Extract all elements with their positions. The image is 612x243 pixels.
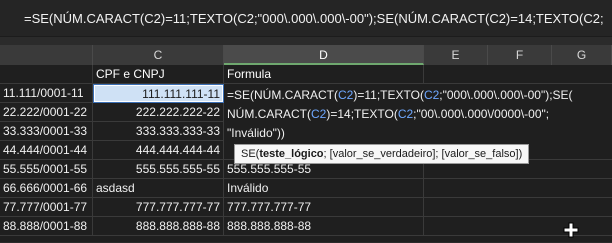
cell-b7[interactable]: 66.666/0001-66	[0, 179, 93, 198]
function-signature-tooltip[interactable]: SE(teste_lógico; [valor_se_verdadeiro]; …	[234, 144, 530, 164]
cell-c3[interactable]: 222.222.222-22	[93, 103, 224, 122]
cell-c8[interactable]: 777.777.777-77	[93, 198, 224, 217]
cell-b4[interactable]: 33.333/0001-33	[0, 122, 93, 141]
column-header-g[interactable]: G	[552, 45, 612, 65]
tooltip-current-argument[interactable]: teste_lógico	[259, 148, 323, 160]
formula-fragment: NÚM.CARACT(	[227, 107, 311, 121]
cell-b1[interactable]	[0, 65, 93, 84]
cell-c4[interactable]: 333.333.333-33	[93, 122, 224, 141]
table-row: 88.888/0001-88 888.888.888-88 888.888.88…	[0, 217, 612, 236]
table-row: CPF e CNPJ Formula	[0, 65, 612, 84]
formula-edit-line-1[interactable]: =SE(NÚM.CARACT(C2)=11;TEXTO(C2;"000\.000…	[227, 88, 573, 102]
cell-d8[interactable]: 777.777.777-77	[224, 198, 424, 217]
formula-fragment: ;"000\.000\.000\-00");SE(	[439, 88, 573, 102]
cell-d7[interactable]: Inválido	[224, 179, 424, 198]
column-header-b[interactable]	[0, 45, 93, 65]
formula-edit-line-2[interactable]: NÚM.CARACT(C2)=14;TEXTO(C2;"00\.000\.000…	[227, 107, 549, 121]
formula-fragment: )=11;TEXTO(	[353, 88, 424, 102]
cell-c6[interactable]: 555.555.555-55	[93, 160, 224, 179]
in-cell-formula-editor[interactable]: =SE(NÚM.CARACT(C2)=11;TEXTO(C2;"000\.000…	[224, 85, 612, 143]
formula-bar[interactable]: =SE(NÚM.CARACT(C2)=11;TEXTO(C2;"000\.000…	[0, 0, 612, 37]
cell-c2-referenced[interactable]: 111.111.111-11	[93, 84, 224, 103]
cell-reference: C2	[423, 88, 440, 102]
formula-edit-line-3[interactable]: "Inválido"))	[227, 126, 285, 140]
cell-reference: C2	[311, 107, 327, 121]
cell-b3[interactable]: 22.222/0001-22	[0, 103, 93, 122]
formula-bar-text[interactable]: =SE(NÚM.CARACT(C2)=11;TEXTO(C2;"000\.000…	[24, 11, 604, 26]
tooltip-remaining-arguments[interactable]: ; [valor_se_verdadeiro]; [valor_se_falso…	[324, 148, 523, 160]
table-row: 66.666/0001-66 asdasd Inválido	[0, 179, 612, 198]
cell-c7[interactable]: asdasd	[93, 179, 224, 198]
formula-fragment: =SE(NÚM.CARACT(	[227, 88, 339, 102]
cell-b5[interactable]: 44.444/0001-44	[0, 141, 93, 160]
crosshair-cursor-icon	[563, 222, 579, 238]
cell-c5[interactable]: 444.444.444-44	[93, 141, 224, 160]
cell-c9[interactable]: 888.888.888-88	[93, 217, 224, 236]
formula-fragment: ;"00\.000\.000\/0000\-00";	[413, 107, 550, 121]
cell-d9[interactable]: 888.888.888-88	[224, 217, 424, 236]
table-row: 77.777/0001-77 777.777.777-77 777.777.77…	[0, 198, 612, 217]
cell-b9[interactable]: 88.888/0001-88	[0, 217, 93, 236]
cell-reference: C2	[338, 88, 354, 102]
column-header-e[interactable]: E	[424, 45, 488, 65]
column-header-c[interactable]: C	[93, 45, 224, 65]
cell-b2[interactable]: 11.111/0001-11	[0, 84, 93, 103]
column-headers: C D E F G	[0, 45, 612, 66]
cell-c1[interactable]: CPF e CNPJ	[93, 65, 224, 84]
cell-d1[interactable]: Formula	[224, 65, 424, 84]
formula-fragment: )=14;TEXTO(	[326, 107, 398, 121]
cell-reference: C2	[397, 107, 414, 121]
column-header-f[interactable]: F	[488, 45, 552, 65]
column-header-d[interactable]: D	[224, 45, 424, 65]
tooltip-function-name: SE(	[241, 148, 260, 160]
cell-b6[interactable]: 55.555/0001-55	[0, 160, 93, 179]
cell-b8[interactable]: 77.777/0001-77	[0, 198, 93, 217]
